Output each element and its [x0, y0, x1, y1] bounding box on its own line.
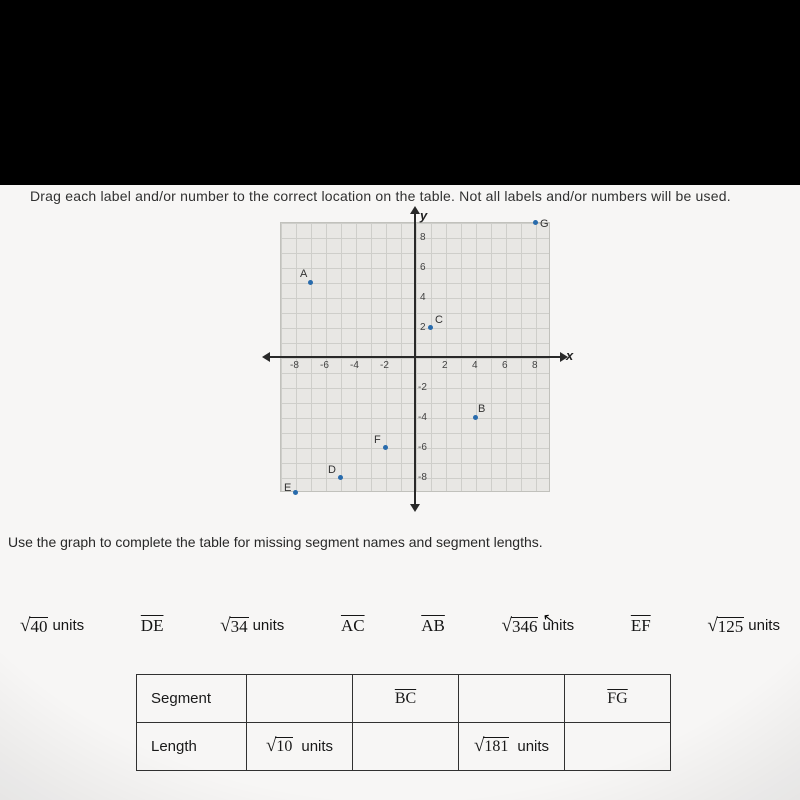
drop-target-length-1[interactable]	[353, 723, 459, 771]
point-F	[383, 445, 388, 450]
x-axis-label: x	[566, 348, 573, 363]
tick-x: -6	[320, 360, 329, 371]
table-row: Segment BC FG	[137, 675, 671, 723]
point-E	[293, 490, 298, 495]
y-axis	[414, 212, 416, 506]
cell-len1: √10 units	[247, 723, 353, 771]
point-B	[473, 415, 478, 420]
tick-x: 4	[472, 360, 478, 371]
table-row: Length √10 units √181 units	[137, 723, 671, 771]
tick-y: -4	[418, 412, 427, 423]
tick-y: 4	[420, 292, 426, 303]
drop-target-segment-2[interactable]	[459, 675, 565, 723]
tick-y: -8	[418, 472, 427, 483]
tick-x: -8	[290, 360, 299, 371]
cursor-icon: ↖	[542, 609, 556, 627]
answer-table: Segment BC FG Length √10 units √181 unit…	[136, 674, 671, 771]
arrow-left-icon	[262, 352, 270, 362]
option-AC[interactable]: AC	[341, 615, 365, 636]
arrow-down-icon	[410, 504, 420, 512]
option-sqrt34[interactable]: √34 units	[220, 617, 284, 635]
y-axis-label: y	[420, 208, 427, 223]
drop-target-segment-1[interactable]	[247, 675, 353, 723]
option-DE[interactable]: DE	[141, 615, 164, 636]
cell-len2: √181 units	[459, 723, 565, 771]
tick-y: -6	[418, 442, 427, 453]
option-sqrt40[interactable]: √40 units	[20, 617, 84, 635]
tick-x: -2	[380, 360, 389, 371]
instruction-text: Drag each label and/or number to the cor…	[30, 188, 792, 204]
tick-x: 2	[442, 360, 448, 371]
point-G	[533, 220, 538, 225]
drop-target-length-2[interactable]	[565, 723, 671, 771]
question-text: Use the graph to complete the table for …	[8, 534, 792, 550]
point-C	[428, 325, 433, 330]
tick-y: -2	[418, 382, 427, 393]
option-sqrt346[interactable]: √346 units	[502, 617, 575, 635]
tick-y: 8	[420, 232, 426, 243]
tick-x: -4	[350, 360, 359, 371]
point-F-label: F	[374, 434, 381, 446]
option-EF[interactable]: EF	[631, 615, 651, 636]
row-length-label: Length	[137, 723, 247, 771]
option-AB[interactable]: AB	[421, 615, 445, 636]
tick-y: 6	[420, 262, 426, 273]
point-A-label: A	[300, 268, 307, 280]
worksheet: Drag each label and/or number to the cor…	[0, 0, 800, 800]
cell-fg: FG	[565, 675, 671, 723]
option-sqrt125[interactable]: √125 units	[707, 617, 780, 635]
cell-bc: BC	[353, 675, 459, 723]
point-E-label: E	[284, 482, 291, 494]
point-B-label: B	[478, 403, 485, 415]
point-D-label: D	[328, 464, 336, 476]
draggable-options: √40 units DE √34 units AC AB √346 units …	[20, 615, 780, 636]
coordinate-graph: y x -8 -6 -4 -2 2 4 6 8 8 6 4 2 -2 -4 -6…	[260, 212, 570, 522]
row-segment-label: Segment	[137, 675, 247, 723]
point-A	[308, 280, 313, 285]
point-C-label: C	[435, 314, 443, 326]
arrow-up-icon	[410, 206, 420, 214]
tick-x: 8	[532, 360, 538, 371]
tick-y: 2	[420, 322, 426, 333]
tick-x: 6	[502, 360, 508, 371]
point-D	[338, 475, 343, 480]
black-mask	[0, 0, 800, 185]
point-G-label: G	[540, 218, 549, 230]
